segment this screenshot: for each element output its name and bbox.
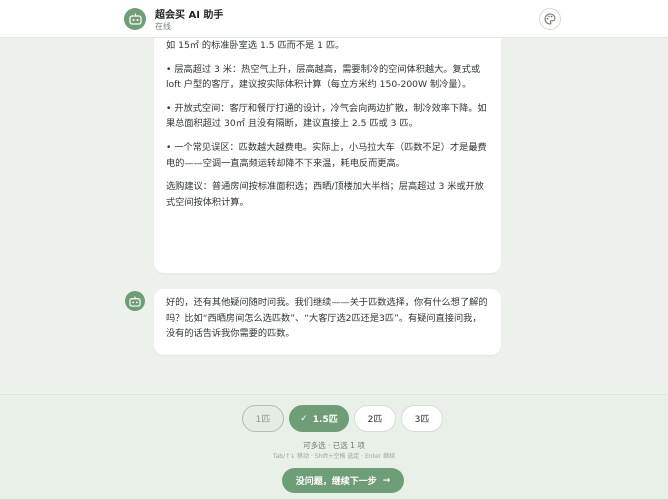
assistant-message: 如 15㎡ 的标准卧室选 1.5 匹而不是 1 匹。 • 层高超过 3 米：热空… xyxy=(154,38,501,273)
message-paragraph: • 开放式空间：客厅和餐厅打通的设计，冷气会向两边扩散，制冷效率下降。如果总面积… xyxy=(166,102,487,130)
palette-icon[interactable] xyxy=(539,8,561,30)
online-status: 在线 xyxy=(155,22,171,31)
option-2-pi[interactable]: 2匹 xyxy=(354,405,396,432)
message-paragraph: • 一个常见误区：匹数越大越费电。实际上，小马拉大车（匹数不足）才是最费电的——… xyxy=(166,141,487,169)
robot-icon xyxy=(125,291,145,311)
app-header: 超会买 AI 助手 在线 xyxy=(0,0,668,38)
arrow-right-icon: → xyxy=(382,475,391,486)
chat-area[interactable]: 如 15㎡ 的标准卧室选 1.5 匹而不是 1 匹。 • 层高超过 3 米：热空… xyxy=(0,38,668,394)
option-3-pi[interactable]: 3匹 xyxy=(401,405,443,432)
message-paragraph: 选购建议：普通房间按标准面积选；西晒/顶楼加大半档；层高超过 3 米或开放式空间… xyxy=(166,181,484,208)
option-label: 1.5匹 xyxy=(312,415,338,425)
message-paragraph: 好的，还有其他疑问随时问我。我们继续——关于匹数选择，你有什么想了解的吗？比如“… xyxy=(166,297,488,340)
option-1-5-pi[interactable]: ✓ 1.5匹 xyxy=(289,405,349,432)
continue-button[interactable]: 没问题，继续下一步 → xyxy=(282,468,404,493)
answer-panel: 1匹 ✓ 1.5匹 2匹 3匹 可多选 · 已选 1 项 Tab/↑↓ 移动 ·… xyxy=(0,394,668,499)
assistant-name: 超会买 AI 助手 xyxy=(155,10,224,21)
option-label: 3匹 xyxy=(414,415,430,425)
check-icon: ✓ xyxy=(300,413,308,424)
keyboard-hint: Tab/↑↓ 移动 · Shift+空格 选定 · Enter 继续 xyxy=(272,453,396,460)
option-1-pi[interactable]: 1匹 xyxy=(242,405,284,432)
message-paragraph: • 层高超过 3 米：热空气上升，层高越高，需要制冷的空间体积越大。复式或 lo… xyxy=(166,63,481,91)
assistant-message: 好的，还有其他疑问随时问我。我们继续——关于匹数选择，你有什么想了解的吗？比如“… xyxy=(154,289,501,355)
option-label: 2匹 xyxy=(367,415,383,425)
message-paragraph: 如 15㎡ 的标准卧室选 1.5 匹而不是 1 匹。 xyxy=(166,40,345,51)
continue-label: 没问题，继续下一步 xyxy=(295,477,377,487)
option-label: 1匹 xyxy=(255,415,271,425)
selection-hint: 可多选 · 已选 1 项 xyxy=(303,441,365,450)
robot-icon xyxy=(124,8,146,30)
